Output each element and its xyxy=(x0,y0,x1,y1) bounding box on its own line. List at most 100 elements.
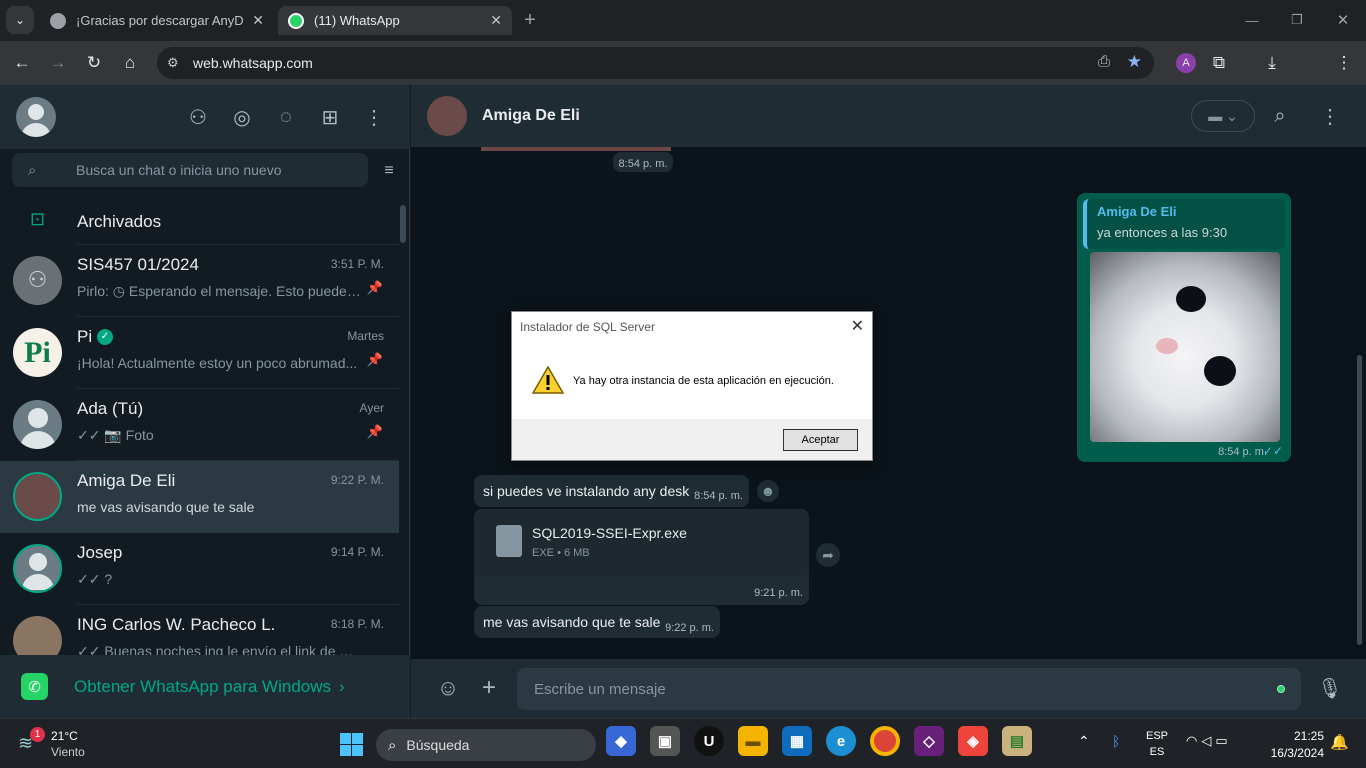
site-info-icon[interactable]: ⚙ xyxy=(167,55,189,71)
pin-icon: 📌 xyxy=(366,352,383,367)
bluetooth-icon[interactable]: ᛒ xyxy=(1112,733,1120,749)
default-avatar xyxy=(13,400,62,449)
downloads-icon[interactable]: ⤓ xyxy=(1258,49,1286,77)
tab-whatsapp[interactable]: (11) WhatsApp ✕ xyxy=(278,6,512,35)
communities-icon[interactable]: ⚇ xyxy=(184,103,212,131)
conversation-header: Amiga De Eli ▬ ⌄ ⌕ ⋮ xyxy=(411,85,1366,147)
chat-item-josep[interactable]: Josep 9:14 P. M. ✓✓ ? xyxy=(0,533,399,605)
message-input[interactable]: Escribe un mensaje xyxy=(517,668,1301,710)
tab-search-button[interactable]: ⌄ xyxy=(6,6,34,34)
timestamp-chip: 8:54 p. m. xyxy=(613,152,673,172)
back-icon[interactable]: ← xyxy=(8,49,36,77)
video-call-button[interactable]: ▬ ⌄ xyxy=(1191,100,1255,132)
incoming-message[interactable]: me vas avisando que te sale 9:22 p. m. xyxy=(474,606,720,638)
accept-button[interactable]: Aceptar xyxy=(783,429,858,451)
visual-studio-icon[interactable]: ◇ xyxy=(914,726,944,756)
chat-item-sis457[interactable]: ⚇ SIS457 01/2024 3:51 P. M. Pirlo: ◷ Esp… xyxy=(0,245,399,317)
filter-icon[interactable]: ≡ xyxy=(375,157,403,185)
pi-logo: Pi xyxy=(13,328,62,377)
chat-item-pi[interactable]: Pi Pi ✓ Martes ¡Hola! Actualmente estoy … xyxy=(0,317,399,389)
contact-avatar[interactable] xyxy=(427,96,467,136)
status-icon[interactable]: ◎ xyxy=(228,103,256,131)
menu-icon[interactable]: ⋮ xyxy=(360,103,388,131)
forward-icon[interactable]: ➦ xyxy=(816,543,840,567)
url-text: web.whatsapp.com xyxy=(193,55,313,71)
chat-item-ada[interactable]: Ada (Tú) Ayer ✓✓ 📷 Foto 📌 xyxy=(0,389,399,461)
chat-sidebar: ⚇ ◎ ◌ ⊞ ⋮ ⌕ Busca un chat o inicia uno n… xyxy=(0,85,410,718)
menu-icon[interactable]: ⋮ xyxy=(1330,49,1358,77)
taskbar-search-box[interactable]: ⌕ Búsqueda xyxy=(376,729,596,761)
notification-badge: 1 xyxy=(30,727,45,742)
address-bar[interactable]: ⚙ web.whatsapp.com ⎙ ★ xyxy=(157,47,1154,79)
new-tab-button[interactable]: + xyxy=(516,6,544,34)
task-view-icon[interactable]: ▣ xyxy=(650,726,680,756)
outgoing-image-message[interactable]: Amiga De Eli ya entonces a las 9:30 8:54… xyxy=(1077,193,1291,462)
minimize-button[interactable]: — xyxy=(1238,6,1266,34)
chrome-icon[interactable] xyxy=(870,726,900,756)
microsoft-store-icon[interactable]: ▦ xyxy=(782,726,812,756)
contact-name[interactable]: Amiga De Eli xyxy=(482,107,580,125)
forward-icon[interactable]: → xyxy=(44,49,72,77)
copilot-app-icon[interactable]: ◆ xyxy=(606,726,636,756)
quoted-message[interactable]: Amiga De Eli ya entonces a las 9:30 xyxy=(1083,199,1285,249)
file-icon xyxy=(496,525,522,557)
tab-anydesk[interactable]: ¡Gracias por descargar AnyDesk ✕ xyxy=(40,6,274,35)
react-emoji-icon[interactable]: ☻ xyxy=(757,480,779,502)
tray-chevron-up-icon[interactable]: ⌃ xyxy=(1078,733,1090,750)
verified-icon: ✓ xyxy=(97,329,113,345)
my-avatar[interactable] xyxy=(16,97,56,137)
dialog-close-icon[interactable]: ✕ xyxy=(851,316,864,336)
pin-icon: 📌 xyxy=(366,424,383,439)
composer-bar: ☺ + Escribe un mensaje 🎙 xyxy=(411,659,1366,718)
notification-bell-icon[interactable]: 🔔 xyxy=(1330,733,1349,751)
chevron-right-icon: › xyxy=(339,676,345,696)
read-receipt-icon: ✓✓ xyxy=(1262,444,1283,458)
close-tab-icon[interactable]: ✕ xyxy=(252,12,264,29)
contact-avatar xyxy=(13,472,62,521)
conversation-scrollbar[interactable] xyxy=(1357,355,1362,645)
network-volume-battery-icons[interactable]: ◠◁▭ xyxy=(1186,733,1232,749)
pin-icon: 📌 xyxy=(366,280,383,295)
status-dot-icon xyxy=(1277,685,1285,693)
install-app-icon[interactable]: ⎙ xyxy=(1098,53,1110,70)
emoji-icon[interactable]: ☺ xyxy=(434,674,462,702)
dialog-body: Ya hay otra instancia de esta aplicación… xyxy=(512,341,872,419)
bookmark-star-icon[interactable]: ★ xyxy=(1127,52,1142,72)
warning-icon xyxy=(532,366,564,394)
file-explorer-icon[interactable]: ▬ xyxy=(738,726,768,756)
new-chat-icon[interactable]: ⊞ xyxy=(316,103,344,131)
search-input[interactable]: ⌕ Busca un chat o inicia uno nuevo xyxy=(12,153,368,187)
chat-item-amiga-de-eli[interactable]: Amiga De Eli 9:22 P. M. me vas avisando … xyxy=(0,461,399,533)
channels-icon[interactable]: ◌ xyxy=(272,103,300,131)
menu-icon[interactable]: ⋮ xyxy=(1316,102,1344,130)
profile-extension-icon[interactable]: A xyxy=(1176,53,1196,73)
windows-taskbar: ≋ 1 21°C Viento ⌕ Búsqueda 21:25 16/3/20… xyxy=(0,718,1366,768)
chat-item-carlos[interactable]: ING Carlos W. Pacheco L. 8:18 P. M. ✓✓ B… xyxy=(0,605,399,655)
search-icon: ⌕ xyxy=(388,736,397,754)
unreal-engine-icon[interactable]: U xyxy=(694,726,724,756)
cat-photo[interactable] xyxy=(1090,252,1280,442)
home-icon[interactable]: ⌂ xyxy=(116,49,144,77)
windows-start-icon[interactable] xyxy=(340,733,363,756)
incoming-file-message[interactable]: SQL2019-SSEI-Expr.exe EXE • 6 MB 9:21 p.… xyxy=(474,509,809,605)
archived-row[interactable]: ⊡ Archivados xyxy=(0,197,399,245)
installer-icon[interactable]: ▤ xyxy=(1002,726,1032,756)
sidebar-scrollbar[interactable] xyxy=(400,205,406,243)
extensions-icon[interactable]: ⧉ xyxy=(1205,49,1233,77)
edge-icon[interactable]: e xyxy=(826,726,856,756)
default-avatar xyxy=(13,544,62,593)
whatsapp-icon: ✆ xyxy=(21,673,48,700)
file-attachment[interactable]: SQL2019-SSEI-Expr.exe EXE • 6 MB xyxy=(474,509,809,577)
search-icon[interactable]: ⌕ xyxy=(1266,102,1294,130)
dialog-titlebar: Instalador de SQL Server ✕ xyxy=(512,312,872,341)
close-window-button[interactable]: ✕ xyxy=(1329,6,1357,34)
anydesk-icon[interactable]: ◈ xyxy=(958,726,988,756)
close-tab-icon[interactable]: ✕ xyxy=(490,12,502,29)
microphone-icon[interactable]: 🎙 xyxy=(1316,674,1344,702)
incoming-message[interactable]: si puedes ve instalando any desk 8:54 p.… xyxy=(474,475,749,507)
sidebar-header: ⚇ ◎ ◌ ⊞ ⋮ xyxy=(0,85,410,149)
attach-plus-icon[interactable]: + xyxy=(475,674,503,702)
restore-button[interactable]: ❐ xyxy=(1283,6,1311,34)
get-windows-app-banner[interactable]: ✆ Obtener WhatsApp para Windows › xyxy=(0,655,410,718)
reload-icon[interactable]: ↻ xyxy=(80,49,108,77)
